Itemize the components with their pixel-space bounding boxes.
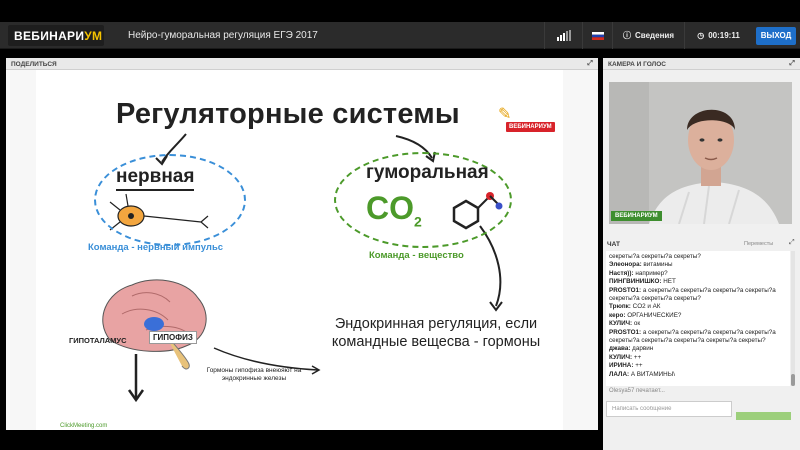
hormones-text: Гормоны гипофиза внеюяют на эндокринные … [206, 367, 302, 382]
camera-panel-title: КАМЕРА И ГОЛОС [608, 61, 666, 68]
brain-illustration [102, 279, 207, 370]
share-panel-title: ПОДЕЛИТЬСЯ [11, 61, 57, 68]
info-button[interactable]: ⓘ Сведения [612, 22, 684, 49]
logo-main: ВЕБИНАРИ [14, 29, 85, 43]
presentation-slide: Регуляторные системы ВЕБИНАРИУМ ✎ нервна… [36, 70, 563, 430]
pituitary-label: ГИПОФИЗ [149, 331, 197, 344]
webinar-title: Нейро-гуморальная регуляция ЕГЭ 2017 [128, 30, 318, 41]
chat-message: ИРИНА: ++ [609, 362, 643, 370]
chat-message: КУЛИЧ: ок [609, 320, 641, 328]
humoral-command-label: Команда - вещество [369, 250, 464, 261]
info-icon: ⓘ [623, 31, 631, 40]
clickmeeting-link[interactable]: ClickMeeting.com [60, 423, 107, 429]
expand-camera-icon[interactable]: ⤢ [789, 60, 795, 68]
humoral-system-label: гуморальная [366, 162, 489, 183]
chat-expand-icon[interactable]: ⤢ [789, 239, 795, 247]
nervous-command-label: Команда - нервный импульс [88, 242, 224, 253]
exit-button[interactable]: ВЫХОД [756, 26, 796, 45]
top-controls: ⓘ Сведения ◷ 00:19:11 ВЫХОД [544, 22, 800, 49]
hypothalamus-label: ГИПОТАЛАМУС [69, 336, 127, 345]
co2-label: CO2 [366, 190, 422, 229]
co2-sub: 2 [414, 213, 422, 230]
chat-message: PROSTO1: а секреты?а секреты?а секреты?а… [609, 328, 776, 345]
send-button[interactable] [736, 412, 791, 420]
endocrine-text: Эндокринная регуляция, если командные ве… [331, 316, 541, 350]
share-panel-header: ПОДЕЛИТЬСЯ ⤢ [6, 58, 598, 70]
chat-message: КУЛИЧ: ++ [609, 353, 642, 361]
chat-message: джава: дарвин [609, 345, 654, 353]
chat-title: ЧАТ [607, 241, 620, 248]
logo-accent: УМ [84, 29, 103, 43]
chat-message: Трюпк: CO2 и АК [609, 303, 661, 311]
chat-message: Настя)): например? [609, 269, 668, 277]
camera-badge: ВЕБИНАРИУМ [611, 211, 662, 221]
arrow-to-endocrine [479, 225, 502, 307]
brand-logo[interactable]: ВЕБИНАРИУМ [8, 25, 104, 46]
presenter-video-frame [609, 82, 792, 224]
co2-main: CO [366, 190, 414, 226]
webinar-app: ВЕБИНАРИУМ Нейро-гуморальная регуляция Е… [0, 0, 800, 450]
message-input[interactable] [606, 401, 732, 417]
chat-message: PROSTO1: а секреты?а секреты?а секреты?а… [609, 286, 776, 303]
chat-message: Элеонора: витамины [609, 261, 673, 269]
expand-icon[interactable]: ⤢ [587, 60, 593, 68]
chat-message: керо: ОРГАНИЧЕСКИЕ? [609, 311, 682, 319]
typing-indicator: Olesya57 печатает... [609, 388, 665, 394]
chat-messages[interactable]: секреты?а секреты?а секреты? Элеонора: в… [606, 251, 790, 386]
language-flag-icon[interactable] [582, 22, 612, 49]
camera-video[interactable] [609, 82, 792, 224]
connection-signal-icon[interactable] [544, 22, 582, 49]
chat-message: ПИНГВИНИШКО: НЕТ [609, 278, 676, 286]
chat-scrollbar-thumb[interactable] [791, 374, 795, 386]
timer-value: 00:19:11 [708, 31, 740, 40]
clock-icon: ◷ [697, 31, 705, 40]
chat-scrollbar[interactable] [791, 251, 795, 386]
chat-popout-link[interactable]: Переместы [744, 241, 773, 247]
top-bar: ВЕБИНАРИУМ Нейро-гуморальная регуляция Е… [0, 22, 800, 49]
nervous-system-label: нервная [116, 166, 195, 191]
session-timer: ◷ 00:19:11 [684, 22, 752, 49]
chat-message: ЛАЛА: А ВИТАМИНЫ\ [609, 370, 676, 378]
info-label: Сведения [635, 31, 674, 40]
camera-panel-header: КАМЕРА И ГОЛОС ⤢ [603, 58, 800, 70]
chat-message: секреты?а секреты?а секреты? [609, 253, 701, 260]
